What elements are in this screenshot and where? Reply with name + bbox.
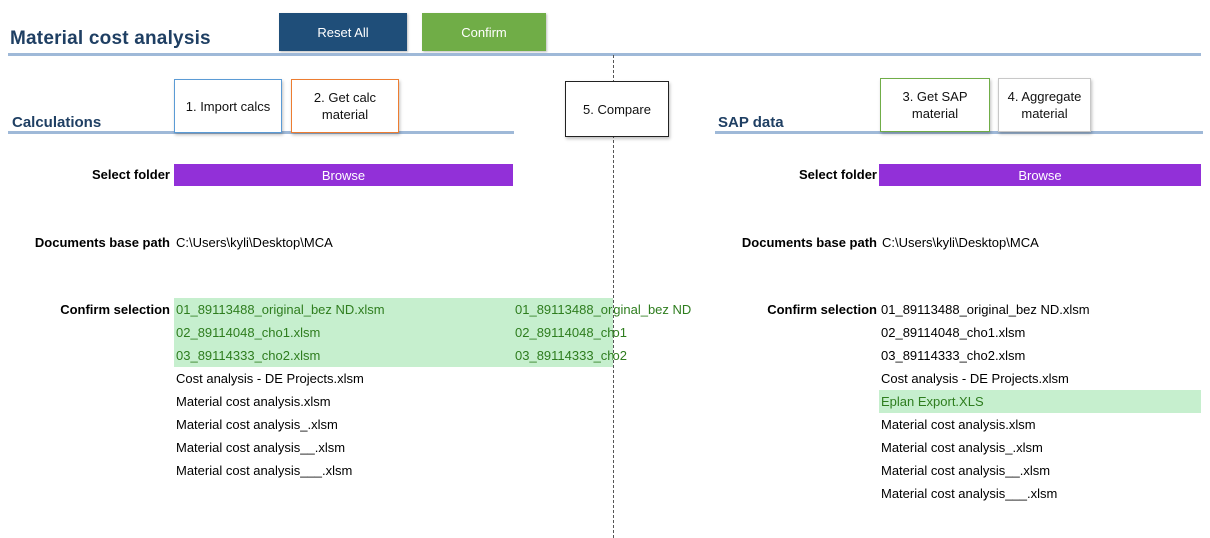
confirmed-selection-overflow: 01_89113488_original_bez ND 02_89114048_…	[613, 298, 713, 367]
list-item[interactable]: Material cost analysis_.xlsm	[879, 436, 1201, 459]
list-item[interactable]: Material cost analysis_.xlsm	[174, 413, 513, 436]
sap-browse-button[interactable]: Browse	[879, 164, 1201, 186]
calculations-file-list: 01_89113488_original_bez ND.xlsm 02_8911…	[174, 298, 513, 482]
calculations-section-title: Calculations	[12, 114, 102, 131]
list-item-overflow: 03_89114333_cho2	[613, 344, 713, 367]
page-title: Material cost analysis	[10, 28, 211, 49]
overflow-text: 03_89114333_cho2	[613, 348, 627, 363]
sap-base-path: C:\Users\kyli\Desktop\MCA	[882, 235, 1039, 250]
list-item[interactable]: Material cost analysis.xlsm	[174, 390, 513, 413]
list-item[interactable]: Material cost analysis__.xlsm	[879, 459, 1201, 482]
confirm-selection-label: Confirm selection	[60, 302, 170, 317]
list-item[interactable]: 02_89114048_cho1.xlsm	[174, 321, 513, 344]
calculations-browse-button[interactable]: Browse	[174, 164, 513, 186]
overflow-text: 02_89114048_cho1	[613, 325, 627, 340]
compare-button[interactable]: 5. Compare	[565, 81, 669, 137]
list-item: 01_89113488_original_bez ND	[513, 298, 613, 321]
sap-file-list: 01_89113488_original_bez ND.xlsm 02_8911…	[879, 298, 1201, 505]
list-item: 03_89114333_cho2	[513, 344, 613, 367]
list-item: 02_89114048_cho1	[513, 321, 613, 344]
list-item[interactable]: 02_89114048_cho1.xlsm	[879, 321, 1201, 344]
sap-base-path-label: Documents base path	[741, 235, 877, 250]
sap-select-folder-label: Select folder	[798, 167, 877, 182]
list-item[interactable]: Material cost analysis.xlsm	[879, 413, 1201, 436]
list-item[interactable]: Eplan Export.XLS	[879, 390, 1201, 413]
confirmed-selection-list: 01_89113488_original_bez ND 02_89114048_…	[513, 298, 613, 367]
list-item[interactable]: 01_89113488_original_bez ND.xlsm	[879, 298, 1201, 321]
header-divider	[8, 53, 1201, 56]
get-sap-material-button[interactable]: 3. Get SAP material	[880, 78, 990, 132]
get-calc-material-button[interactable]: 2. Get calc material	[291, 79, 399, 133]
list-item[interactable]: Material cost analysis___.xlsm	[879, 482, 1201, 505]
list-item[interactable]: Cost analysis - DE Projects.xlsm	[174, 367, 513, 390]
aggregate-material-button[interactable]: 4. Aggregate material	[998, 78, 1091, 132]
list-item[interactable]: Material cost analysis___.xlsm	[174, 459, 513, 482]
list-item-overflow: 02_89114048_cho1	[613, 321, 713, 344]
list-item[interactable]: Cost analysis - DE Projects.xlsm	[879, 367, 1201, 390]
import-calcs-button[interactable]: 1. Import calcs	[174, 79, 282, 133]
list-item[interactable]: Material cost analysis__.xlsm	[174, 436, 513, 459]
confirm-button[interactable]: Confirm	[422, 13, 546, 51]
list-item-overflow: 01_89113488_original_bez ND	[613, 298, 713, 321]
sap-section-title: SAP data	[718, 114, 784, 131]
list-item[interactable]: 01_89113488_original_bez ND.xlsm	[174, 298, 513, 321]
calculations-base-path: C:\Users\kyli\Desktop\MCA	[176, 235, 333, 250]
sap-confirm-selection-label: Confirm selection	[767, 302, 877, 317]
list-item[interactable]: 03_89114333_cho2.xlsm	[879, 344, 1201, 367]
reset-all-button[interactable]: Reset All	[279, 13, 407, 51]
overflow-text: 01_89113488_original_bez ND	[613, 302, 692, 317]
list-item[interactable]: 03_89114333_cho2.xlsm	[174, 344, 513, 367]
select-folder-label: Select folder	[91, 167, 170, 182]
base-path-label: Documents base path	[34, 235, 170, 250]
